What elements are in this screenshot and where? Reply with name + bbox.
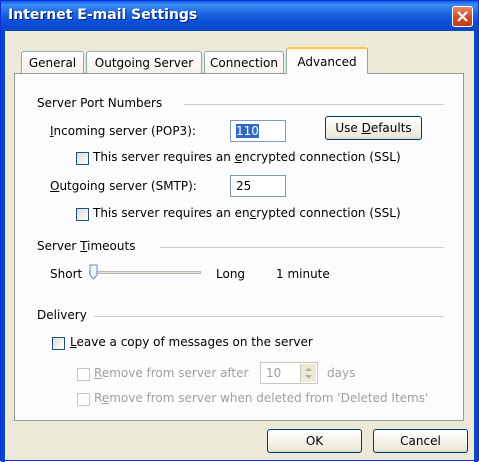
- tab-general-label: General: [28, 55, 77, 70]
- group-divider: [160, 247, 444, 248]
- spinner-arrows-icon: [305, 367, 312, 379]
- remove-deleted-checkbox[interactable]: [77, 393, 90, 406]
- outgoing-server-label: Outgoing server (SMTP):: [50, 179, 197, 193]
- close-icon: [457, 11, 468, 22]
- use-defaults-button[interactable]: Use Defaults: [325, 116, 422, 140]
- group-divider: [94, 316, 444, 317]
- outgoing-ssl-checkbox[interactable]: [76, 208, 89, 221]
- incoming-ssl-label: This server requires an encrypted connec…: [93, 150, 401, 164]
- tab-advanced-label: Advanced: [297, 54, 357, 69]
- outgoing-port-input[interactable]: 25: [230, 175, 286, 197]
- close-button[interactable]: [452, 6, 473, 27]
- timeout-long-label: Long: [216, 267, 246, 281]
- timeout-short-label: Short: [50, 267, 83, 281]
- tab-advanced[interactable]: Advanced: [286, 47, 368, 74]
- server-ports-group-label: Server Port Numbers: [37, 96, 163, 110]
- group-divider: [184, 104, 444, 105]
- tab-connection-label: Connection: [210, 55, 278, 70]
- remove-after-days-value: 10: [266, 366, 282, 380]
- advanced-panel: Server Port Numbers Incoming server (POP…: [14, 73, 464, 421]
- window-border-right: [474, 31, 478, 462]
- tab-outgoing-server[interactable]: Outgoing Server: [86, 51, 202, 73]
- spinner-buttons[interactable]: [300, 364, 316, 382]
- remove-after-label: Remove from server after: [94, 366, 249, 380]
- leave-copy-checkbox[interactable]: [52, 337, 65, 350]
- tab-connection[interactable]: Connection: [204, 51, 284, 73]
- slider-thumb[interactable]: [89, 264, 98, 280]
- remove-after-checkbox[interactable]: [77, 368, 90, 381]
- window-title: Internet E-mail Settings: [8, 7, 198, 23]
- leave-copy-label: Leave a copy of messages on the server: [70, 335, 313, 349]
- ok-label: OK: [305, 434, 324, 448]
- title-bar[interactable]: Internet E-mail Settings: [1, 1, 478, 31]
- incoming-port-input[interactable]: 110: [230, 120, 286, 142]
- ok-button[interactable]: OK: [267, 429, 362, 453]
- timeouts-group-label: Server Timeouts: [37, 239, 136, 253]
- slider-thumb-icon: [89, 264, 98, 280]
- remove-deleted-label: Remove from server when deleted from 'De…: [94, 391, 429, 405]
- incoming-ssl-checkbox[interactable]: [76, 152, 89, 165]
- remove-after-days-spinner[interactable]: 10: [260, 362, 318, 384]
- dialog-window: Internet E-mail Settings General Outgoin…: [0, 0, 479, 462]
- outgoing-ssl-label: This server requires an encrypted connec…: [93, 206, 401, 220]
- cancel-button[interactable]: Cancel: [373, 429, 468, 453]
- incoming-server-label: Incoming server (POP3):: [50, 124, 196, 138]
- outgoing-port-value: 25: [236, 179, 252, 193]
- window-border-left: [1, 31, 5, 462]
- cancel-label: Cancel: [400, 434, 441, 448]
- delivery-group-label: Delivery: [37, 308, 87, 322]
- days-label: days: [327, 366, 356, 380]
- timeout-slider[interactable]: [89, 262, 201, 284]
- incoming-port-value: 110: [236, 124, 259, 138]
- tab-general[interactable]: General: [21, 51, 84, 73]
- use-defaults-label: Use Defaults: [335, 121, 412, 135]
- timeout-value: 1 minute: [276, 267, 330, 281]
- tab-outgoing-server-label: Outgoing Server: [94, 55, 194, 70]
- slider-track: [89, 271, 201, 274]
